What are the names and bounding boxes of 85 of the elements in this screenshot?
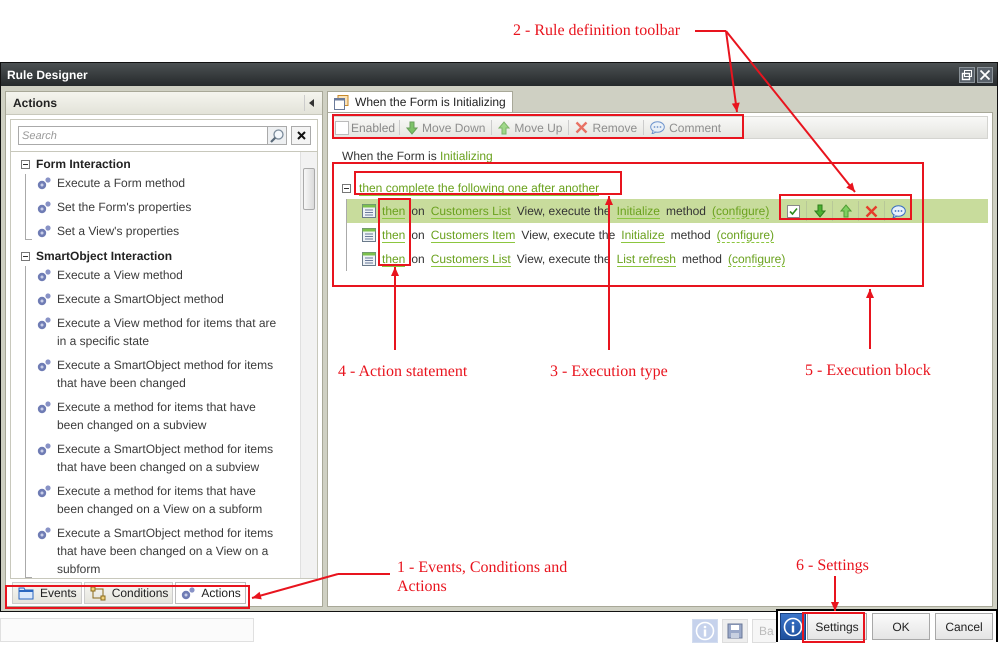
action-item[interactable]: Execute a SmartObject method for items that have been changed on a subview [57,440,285,476]
list-icon [362,252,376,266]
statement-text: on [411,204,425,218]
close-icon [979,68,991,80]
gear-icon [37,526,51,540]
search-button[interactable] [267,126,287,145]
info-icon [695,621,715,641]
tree-connector-line [25,174,32,240]
footer-button[interactable]: OK [872,613,930,640]
callout-arrow [866,289,874,350]
action-item[interactable]: Execute a SmartObject method [57,290,285,308]
action-item[interactable]: Set the Form's properties [57,198,285,216]
down-arrow-icon [814,204,826,218]
rule-tab-label: When the Form is Initializing [355,95,506,109]
callout-label: 1 - Events, Conditions and Actions [397,558,568,596]
cross-icon [575,121,588,134]
document-icon [334,94,349,110]
gear-icon [37,200,51,214]
callout-label: 3 - Execution type [550,362,668,381]
callout-label: 2 - Rule definition toolbar [513,21,680,40]
list-icon [362,228,376,242]
rule-tab[interactable]: When the Form is Initializing [327,91,513,112]
action-item[interactable]: Set a View's properties [57,222,285,240]
info-icon [783,616,803,636]
panel-tab[interactable]: Conditions [84,582,174,604]
clear-button[interactable] [291,126,311,145]
gear-icon [37,224,51,238]
folder-icon [18,586,34,600]
panel-tab[interactable]: Actions [175,582,246,604]
gear-icon [181,586,196,600]
panel-tab[interactable]: Events [12,582,82,604]
action-item[interactable]: Execute a View method [57,266,285,284]
statement-text: method [666,204,706,218]
window-title: Rule Designer [7,68,88,82]
search-icon [269,128,285,144]
action-item[interactable]: Execute a SmartObject method for items that have been changed [57,356,285,392]
gear-icon [37,268,51,282]
close-button[interactable] [977,66,993,82]
restore-button[interactable] [959,66,975,82]
up-arrow-icon [498,120,510,134]
cross-icon [865,204,878,218]
save-button[interactable] [722,619,748,643]
gear-icon [37,176,51,190]
callout-frame [802,612,865,643]
callout-label: 5 - Execution block [805,361,931,380]
callout-arrow [831,575,839,611]
restore-icon [961,68,973,80]
action-item[interactable]: Execute a View method for items that are in a specific state [57,314,285,350]
group-heading[interactable]: Form Interaction [36,157,131,171]
up-arrow-icon [840,204,852,218]
scrollbar[interactable] [300,152,317,578]
rule-heading: When the Form is Initializing [342,149,494,165]
gear-icon [37,400,51,414]
footer-button[interactable]: Settings [807,613,867,640]
down-arrow-icon [406,120,418,134]
collapse-toggle-icon[interactable] [21,252,30,260]
statement-text: on [411,228,425,242]
footer-button[interactable]: Cancel [935,613,993,640]
speech-bubble-icon [890,204,906,218]
collapse-icon [309,99,314,107]
gear-icon [37,358,51,372]
statement-text: method [682,252,722,266]
gear-icon [37,442,51,456]
collapse-toggle-icon[interactable] [342,184,351,192]
gear-icon [37,292,51,306]
collapse-toggle-icon[interactable] [21,160,30,168]
info-button[interactable] [780,613,806,640]
action-item[interactable]: Execute a Form method [57,174,285,192]
action-item[interactable]: Execute a SmartObject method for items that have been changed on a View on a subform [57,524,285,578]
action-item[interactable]: Execute a method for items that have been changed on a View on a subform [57,482,285,518]
list-icon [362,204,376,218]
search-field[interactable]: Search [18,126,267,145]
gear-icon [37,484,51,498]
statement-text: on [411,252,425,266]
callout-label: 4 - Action statement [338,362,468,381]
speech-bubble-icon [650,121,666,134]
checkbox-icon [787,204,800,218]
group-heading[interactable]: SmartObject Interaction [36,249,172,263]
gear-icon [37,316,51,330]
close-icon [296,131,306,140]
panel-title: Actions [13,96,58,110]
callout-label: 6 - Settings [796,556,869,575]
action-item[interactable]: Execute a method for items that have been changed on a subview [57,398,285,434]
statement-text: method [670,228,711,242]
flowchart-icon [90,586,106,600]
